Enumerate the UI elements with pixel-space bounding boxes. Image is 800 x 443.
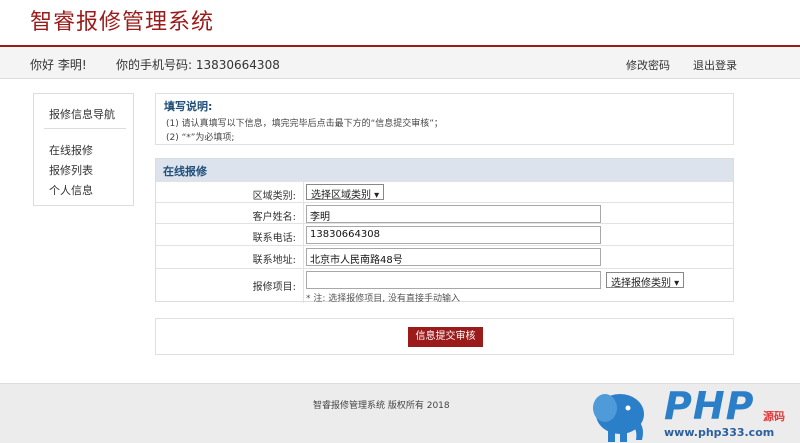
repair-form: 在线报修 区域类别: 选择区域类别 ▾ 客户姓名: 李明 联系电话: 13830… [155, 158, 734, 304]
watermark-suffix: 源码 [763, 410, 785, 423]
sidebar-item-online-repair[interactable]: 在线报修 [49, 142, 93, 158]
sidebar-title: 报修信息导航 [49, 108, 115, 121]
instruction-line: (2) “*”为必填项; [166, 133, 235, 143]
app-header: 智睿报修管理系统 [0, 0, 800, 46]
customer-name-input[interactable]: 李明 [306, 205, 601, 223]
region-label: 区域类别: [252, 191, 296, 202]
greeting-text: 你好 李明! [30, 58, 87, 72]
form-row-address: 联系地址: 北京市人民南路48号 [156, 245, 733, 268]
column-divider [303, 246, 304, 268]
watermark-brand: PHP [664, 384, 755, 428]
instructions-panel: 填写说明: (1) 请认真填写以下信息，填完完毕后点击最下方的“信息提交审核”；… [155, 93, 734, 145]
repair-item-label: 报修项目: [252, 282, 296, 293]
copyright-text: 智睿报修管理系统 版权所有 2018 [313, 401, 450, 411]
form-row-name: 客户姓名: 李明 [156, 202, 733, 223]
repair-item-input[interactable] [306, 271, 601, 289]
phone-input[interactable]: 13830664308 [306, 226, 601, 244]
sidebar-item-profile[interactable]: 个人信息 [49, 182, 93, 198]
address-label: 联系地址: [252, 255, 296, 266]
logout-link[interactable]: 退出登录 [693, 57, 737, 73]
repair-item-hint: * 注: 选择报修项目, 没有直接手动输入 [306, 294, 460, 304]
form-title: 在线报修 [163, 165, 207, 178]
submit-review-button[interactable]: 信息提交审核 [408, 327, 483, 347]
repair-category-select[interactable]: 选择报修类别 ▾ [606, 272, 685, 289]
form-header: 在线报修 [156, 159, 733, 181]
sidebar-nav: 报修信息导航 在线报修 报修列表 个人信息 [33, 93, 134, 206]
sidebar-item-repair-list[interactable]: 报修列表 [49, 162, 93, 178]
customer-name-label: 客户姓名: [252, 212, 296, 223]
form-row-repair-item: 报修项目: 选择报修类别 ▾ * 注: 选择报修项目, 没有直接手动输入 [156, 268, 733, 304]
column-divider [303, 182, 304, 202]
region-select[interactable]: 选择区域类别 ▾ [306, 184, 385, 201]
sidebar-divider [44, 128, 126, 129]
phone-text: 你的手机号码: 13830664308 [116, 58, 280, 72]
change-password-link[interactable]: 修改密码 [626, 57, 670, 73]
user-bar: 你好 李明! 你的手机号码: 13830664308 修改密码 退出登录 [0, 47, 800, 79]
submit-panel: 信息提交审核 [155, 318, 734, 355]
instructions-title: 填写说明: [164, 100, 213, 113]
column-divider [303, 203, 304, 223]
column-divider [303, 269, 304, 303]
form-row-region: 区域类别: 选择区域类别 ▾ [156, 181, 733, 202]
app-title: 智睿报修管理系统 [30, 10, 215, 35]
form-row-phone: 联系电话: 13830664308 [156, 223, 733, 245]
watermark-url: www.php333.com [664, 426, 775, 439]
phone-label: 联系电话: [252, 233, 296, 244]
address-input[interactable]: 北京市人民南路48号 [306, 248, 601, 266]
instruction-line: (1) 请认真填写以下信息，填完完毕后点击最下方的“信息提交审核”； [166, 119, 443, 129]
column-divider [303, 224, 304, 245]
